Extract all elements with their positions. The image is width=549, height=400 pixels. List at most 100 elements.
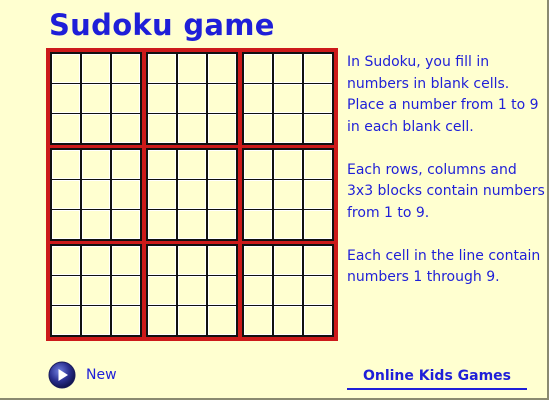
sudoku-cell[interactable] <box>208 246 236 275</box>
sudoku-cell[interactable] <box>274 54 302 83</box>
sudoku-cell[interactable] <box>304 210 332 239</box>
sudoku-cell[interactable] <box>244 84 272 113</box>
sudoku-cell[interactable] <box>52 84 80 113</box>
sudoku-cell[interactable] <box>112 180 140 209</box>
sudoku-cell[interactable] <box>244 210 272 239</box>
new-game-button[interactable]: New <box>48 360 117 390</box>
sudoku-cell[interactable] <box>178 210 206 239</box>
sudoku-cell[interactable] <box>148 84 176 113</box>
sudoku-cell[interactable] <box>82 246 110 275</box>
instruction-paragraph: Each rows, columns and 3x3 blocks contai… <box>347 161 545 221</box>
sudoku-cell[interactable] <box>208 150 236 179</box>
play-icon[interactable] <box>48 361 76 389</box>
sudoku-cell[interactable] <box>82 306 110 335</box>
sudoku-cell[interactable] <box>82 180 110 209</box>
sudoku-cell[interactable] <box>52 150 80 179</box>
sudoku-cell[interactable] <box>244 306 272 335</box>
sudoku-cell[interactable] <box>244 150 272 179</box>
sudoku-cell[interactable] <box>148 114 176 143</box>
sudoku-cell[interactable] <box>148 150 176 179</box>
sudoku-cell[interactable] <box>274 114 302 143</box>
sudoku-block <box>146 244 238 337</box>
sudoku-cell[interactable] <box>244 54 272 83</box>
sudoku-cell[interactable] <box>304 114 332 143</box>
sudoku-cell[interactable] <box>82 84 110 113</box>
sudoku-board <box>46 48 338 341</box>
sudoku-cell[interactable] <box>82 54 110 83</box>
sudoku-cell[interactable] <box>112 114 140 143</box>
sudoku-cell[interactable] <box>178 180 206 209</box>
sudoku-cell[interactable] <box>208 210 236 239</box>
sudoku-cell[interactable] <box>244 276 272 305</box>
sudoku-cell[interactable] <box>244 246 272 275</box>
sudoku-cell[interactable] <box>112 54 140 83</box>
sudoku-cell[interactable] <box>304 306 332 335</box>
sudoku-cell[interactable] <box>274 306 302 335</box>
instruction-paragraph: Each cell in the line contain numbers 1 … <box>347 247 541 286</box>
sudoku-cell[interactable] <box>304 276 332 305</box>
sudoku-cell[interactable] <box>208 306 236 335</box>
instruction-paragraph: In Sudoku, you fill in numbers in blank … <box>347 54 539 135</box>
sudoku-cell[interactable] <box>178 276 206 305</box>
sudoku-cell[interactable] <box>52 180 80 209</box>
sudoku-block <box>146 148 238 241</box>
sudoku-block <box>50 148 142 241</box>
sudoku-block <box>242 52 334 145</box>
sudoku-cell[interactable] <box>82 276 110 305</box>
instructions-panel: In Sudoku, you fill in numbers in blank … <box>347 52 545 310</box>
sudoku-cell[interactable] <box>82 114 110 143</box>
sudoku-cell[interactable] <box>274 180 302 209</box>
sudoku-block <box>242 244 334 337</box>
sudoku-cell[interactable] <box>178 54 206 83</box>
sudoku-cell[interactable] <box>304 180 332 209</box>
sudoku-cell[interactable] <box>244 180 272 209</box>
sudoku-cell[interactable] <box>208 180 236 209</box>
sudoku-cell[interactable] <box>82 150 110 179</box>
sudoku-cell[interactable] <box>112 84 140 113</box>
sudoku-cell[interactable] <box>178 246 206 275</box>
sudoku-cell[interactable] <box>304 84 332 113</box>
sudoku-cell[interactable] <box>148 306 176 335</box>
sudoku-cell[interactable] <box>244 114 272 143</box>
sudoku-cell[interactable] <box>178 306 206 335</box>
sudoku-cell[interactable] <box>304 150 332 179</box>
sudoku-cell[interactable] <box>148 276 176 305</box>
sudoku-cell[interactable] <box>178 150 206 179</box>
sudoku-cell[interactable] <box>304 246 332 275</box>
sudoku-cell[interactable] <box>112 306 140 335</box>
sudoku-block <box>242 148 334 241</box>
sudoku-block <box>50 52 142 145</box>
sudoku-cell[interactable] <box>274 276 302 305</box>
sudoku-cell[interactable] <box>112 210 140 239</box>
sudoku-cell[interactable] <box>148 210 176 239</box>
sudoku-cell[interactable] <box>208 54 236 83</box>
sudoku-cell[interactable] <box>148 54 176 83</box>
sudoku-cell[interactable] <box>52 114 80 143</box>
sudoku-cell[interactable] <box>178 84 206 113</box>
sudoku-cell[interactable] <box>178 114 206 143</box>
sudoku-cell[interactable] <box>208 114 236 143</box>
sudoku-cell[interactable] <box>52 276 80 305</box>
sudoku-cell[interactable] <box>148 246 176 275</box>
sudoku-cell[interactable] <box>112 246 140 275</box>
online-kids-games-link[interactable]: Online Kids Games <box>347 365 527 390</box>
sudoku-cell[interactable] <box>274 246 302 275</box>
sudoku-cell[interactable] <box>82 210 110 239</box>
new-button-label[interactable]: New <box>86 367 117 383</box>
sudoku-cell[interactable] <box>208 276 236 305</box>
sudoku-cell[interactable] <box>274 84 302 113</box>
sudoku-cell[interactable] <box>52 210 80 239</box>
sudoku-block <box>146 52 238 145</box>
sudoku-cell[interactable] <box>208 84 236 113</box>
page-title: Sudoku game <box>49 8 275 42</box>
sudoku-cell[interactable] <box>52 54 80 83</box>
sudoku-cell[interactable] <box>274 150 302 179</box>
sudoku-cell[interactable] <box>304 54 332 83</box>
sudoku-cell[interactable] <box>112 276 140 305</box>
sudoku-cell[interactable] <box>52 246 80 275</box>
sudoku-cell[interactable] <box>148 180 176 209</box>
sudoku-block <box>50 244 142 337</box>
sudoku-cell[interactable] <box>274 210 302 239</box>
sudoku-cell[interactable] <box>52 306 80 335</box>
sudoku-cell[interactable] <box>112 150 140 179</box>
